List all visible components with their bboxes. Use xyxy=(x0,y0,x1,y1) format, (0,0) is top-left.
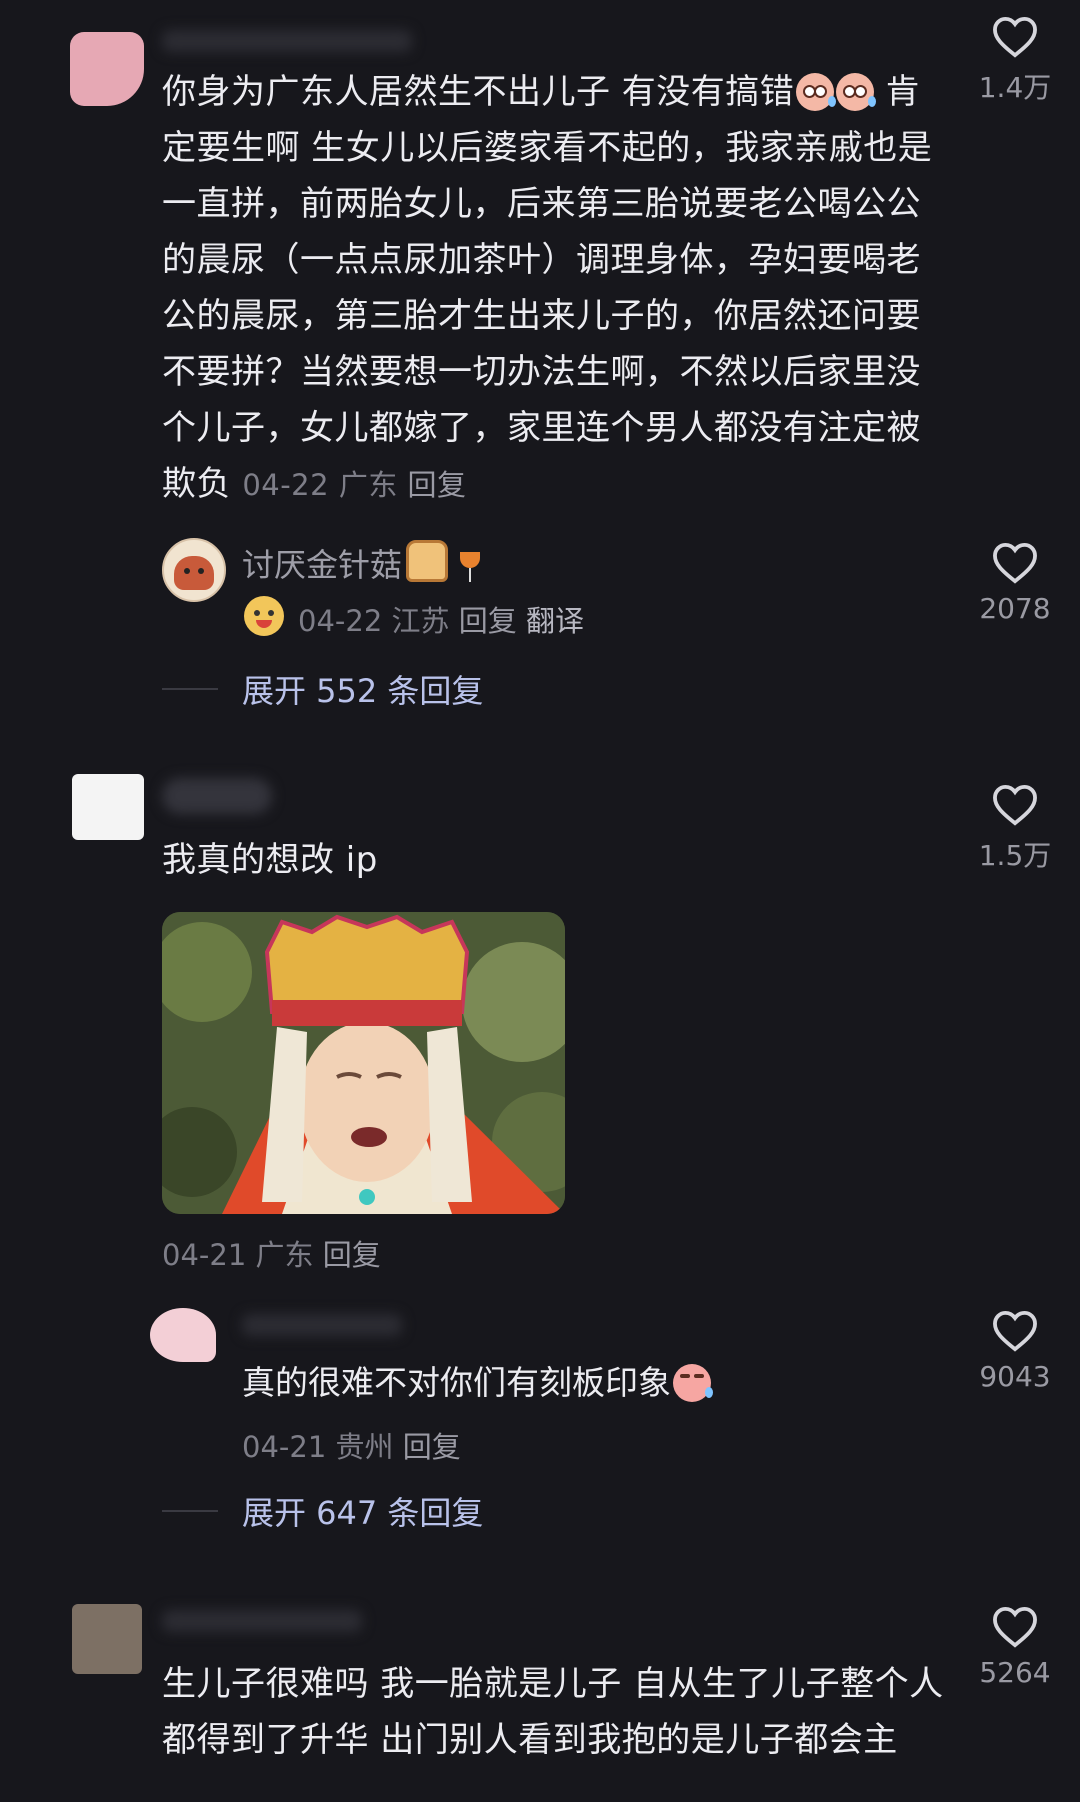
like-button[interactable]: 1.4万 xyxy=(960,16,1070,106)
commenter-username[interactable] xyxy=(162,778,272,814)
commenter-username[interactable] xyxy=(162,1610,362,1632)
monk-meme-image xyxy=(162,912,565,1214)
comment-image[interactable] xyxy=(162,912,565,1214)
comment-meta: 04-22 广东 回复 xyxy=(242,468,466,502)
heart-outline-icon xyxy=(993,1606,1037,1648)
like-button[interactable]: 2078 xyxy=(960,542,1070,625)
like-count: 5264 xyxy=(979,1656,1051,1689)
reply-username[interactable]: 讨厌金针菇 xyxy=(242,540,482,586)
reply-button[interactable]: 回复 xyxy=(459,604,517,638)
reply-avatar[interactable] xyxy=(150,1308,216,1362)
commenter-username[interactable] xyxy=(162,30,412,52)
comment-text: 你身为广东人居然生不出儿子 有没有搞错 肯定要生啊 生女儿以后婆家看不起的，我家… xyxy=(162,64,952,513)
reply-date: 04-22 xyxy=(298,604,383,638)
reply-button[interactable]: 回复 xyxy=(403,1430,461,1464)
comment-date: 04-21 xyxy=(162,1238,247,1272)
comment-meta: 04-21 广东 回复 xyxy=(162,1232,381,1274)
commenter-avatar[interactable] xyxy=(72,774,144,840)
comment-text: 我真的想改 ip xyxy=(162,840,378,880)
reply-button[interactable]: 回复 xyxy=(408,468,467,502)
crying-face-emoji-icon xyxy=(836,73,877,111)
reply-text-content: 真的很难不对你们有刻板印象 xyxy=(242,1363,671,1402)
translate-button[interactable]: 翻译 xyxy=(526,604,584,638)
heart-outline-icon xyxy=(993,784,1037,826)
comment-date: 04-22 xyxy=(242,468,330,502)
commenter-avatar[interactable] xyxy=(70,32,144,106)
comment-location: 广东 xyxy=(255,1238,314,1272)
like-button[interactable]: 1.5万 xyxy=(960,784,1070,874)
comment-text: 生儿子很难吗 我一胎就是儿子 自从生了儿子整个人都得到了升华 出门别人看到我抱的… xyxy=(162,1664,944,1760)
comment-location: 广东 xyxy=(338,468,398,502)
reply-meta: 04-22 江苏 回复 翻译 xyxy=(298,598,584,640)
like-count: 1.4万 xyxy=(978,71,1052,104)
reply-text: 真的很难不对你们有刻板印象 xyxy=(242,1356,713,1404)
reply-meta: 04-21 贵州 回复 xyxy=(242,1424,461,1466)
commenter-avatar[interactable] xyxy=(72,1604,142,1674)
reply-location: 贵州 xyxy=(335,1430,394,1464)
expand-replies-button[interactable]: 展开 647 条回复 xyxy=(242,1488,483,1534)
reply-username[interactable] xyxy=(242,1314,402,1336)
like-count: 9043 xyxy=(979,1360,1051,1393)
heart-outline-icon xyxy=(993,1310,1037,1352)
reply-avatar[interactable] xyxy=(162,538,226,602)
like-count: 1.5万 xyxy=(978,839,1052,872)
crying-face-emoji-icon xyxy=(796,73,837,111)
reply-location: 江苏 xyxy=(391,604,450,638)
reply-button[interactable]: 回复 xyxy=(323,1238,381,1272)
expand-replies-button[interactable]: 展开 552 条回复 xyxy=(242,666,483,712)
reply-username-text: 讨厌金针菇 xyxy=(242,546,403,584)
divider-line xyxy=(162,688,218,690)
smiling-face-emoji-icon xyxy=(244,596,284,636)
like-button[interactable]: 9043 xyxy=(960,1310,1070,1393)
comment-text-part-2: 肯定要生啊 生女儿以后婆家看不起的，我家亲戚也是一直拼，前两胎女儿，后来第三胎说… xyxy=(162,72,933,504)
heart-outline-icon xyxy=(993,16,1037,58)
bread-emoji-icon xyxy=(406,540,449,582)
like-button[interactable]: 5264 xyxy=(960,1606,1070,1689)
heart-outline-icon xyxy=(993,542,1037,584)
crying-face-emoji-icon xyxy=(673,1364,713,1402)
divider-line xyxy=(162,1510,218,1512)
cocktail-emoji-icon xyxy=(458,546,482,584)
like-count: 2078 xyxy=(979,592,1051,625)
reply-date: 04-21 xyxy=(242,1430,327,1464)
comment-text-part-1: 你身为广东人居然生不出儿子 有没有搞错 xyxy=(162,72,795,112)
